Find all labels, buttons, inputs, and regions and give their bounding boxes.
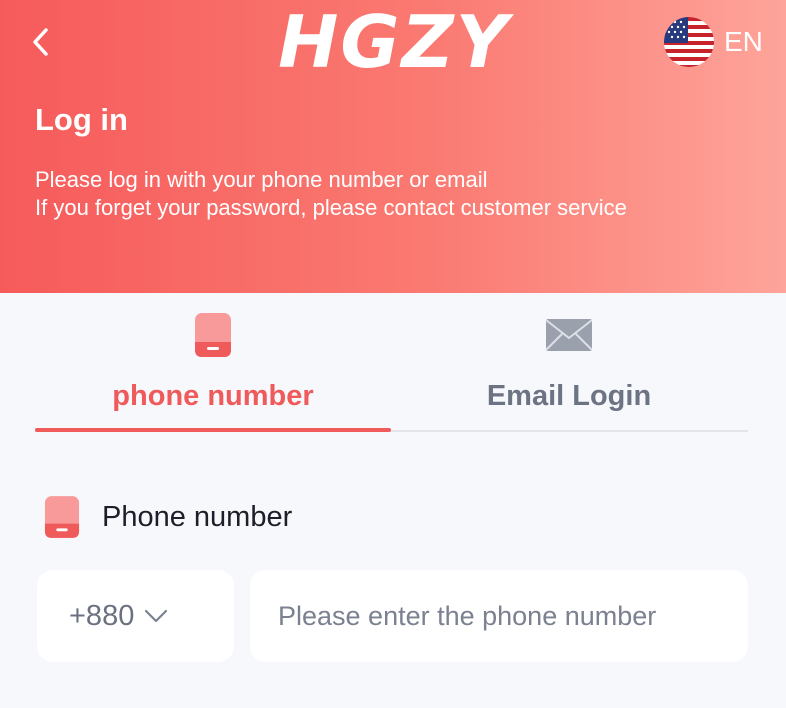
login-instructions-line2: If you forget your password, please cont… bbox=[35, 195, 627, 220]
app-logo: HGZY bbox=[278, 0, 510, 84]
back-button[interactable] bbox=[22, 22, 58, 62]
chevron-down-icon bbox=[145, 609, 168, 623]
phone-icon bbox=[44, 496, 80, 538]
tab-email-login-label: Email Login bbox=[486, 380, 652, 412]
chevron-left-icon bbox=[33, 28, 48, 56]
phone-icon bbox=[195, 313, 231, 357]
language-selector[interactable]: EN bbox=[664, 16, 763, 68]
page-title: Log in bbox=[35, 102, 128, 137]
country-code-select[interactable]: +880 bbox=[37, 570, 234, 662]
phone-field-label-text: Phone number bbox=[102, 500, 293, 533]
country-code-value: +880 bbox=[69, 599, 135, 632]
mail-icon bbox=[545, 319, 593, 351]
tab-phone-number-label: phone number bbox=[112, 380, 314, 412]
language-label: EN bbox=[724, 26, 763, 57]
phone-number-input[interactable] bbox=[250, 570, 748, 662]
us-flag-icon bbox=[664, 17, 714, 67]
tab-email-login[interactable]: Email Login bbox=[391, 300, 747, 430]
login-instructions-line1: Please log in with your phone number or … bbox=[35, 167, 488, 192]
tab-phone-number[interactable]: phone number bbox=[35, 300, 391, 432]
login-method-tabs: phone number Email Login bbox=[35, 300, 748, 432]
phone-field-label: Phone number bbox=[44, 494, 292, 540]
login-header: HGZY EN Log in Please log in with your p… bbox=[0, 0, 786, 293]
